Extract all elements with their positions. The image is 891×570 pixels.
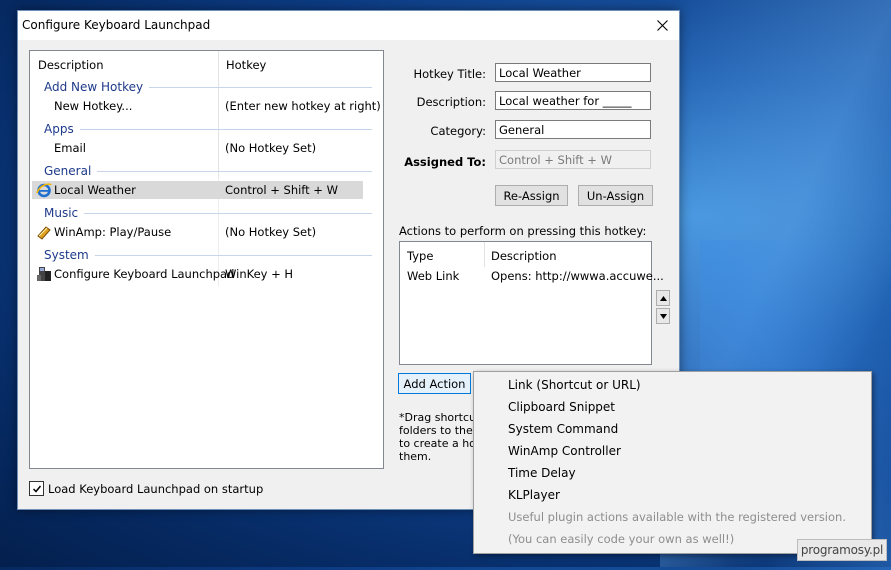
startup-checkbox-label: Load Keyboard Launchpad on startup	[48, 481, 264, 496]
column-header-hotkey[interactable]: Hotkey	[226, 58, 266, 72]
window-title: Configure Keyboard Launchpad	[22, 18, 211, 32]
add-action-button[interactable]: Add Action	[398, 373, 471, 394]
list-item[interactable]: Configure Keyboard Launchpad WinKey + H	[32, 265, 363, 283]
menu-item-registered-note: Useful plugin actions available with the…	[508, 510, 846, 524]
list-header: Description Hotkey	[30, 51, 383, 76]
menu-item-klplayer[interactable]: KLPlayer	[508, 484, 560, 506]
menu-item-system-command[interactable]: System Command	[508, 418, 618, 440]
description-field[interactable]: Local weather for _____	[495, 91, 651, 110]
category-label: Category:	[430, 124, 486, 138]
item-hotkey: WinKey + H	[225, 267, 294, 281]
watermark-logo: programosy.pl	[797, 539, 887, 561]
unassign-button[interactable]: Un-Assign	[578, 185, 653, 206]
menu-item-clipboard-snippet[interactable]: Clipboard Snippet	[508, 396, 615, 418]
item-hotkey: (No Hotkey Set)	[225, 225, 317, 239]
list-item[interactable]: New Hotkey... (Enter new hotkey at right…	[32, 97, 381, 115]
hotkey-list[interactable]: Description Hotkey Add New Hotkey New Ho…	[29, 50, 384, 469]
move-down-button[interactable]	[656, 308, 670, 324]
list-item[interactable]: WinAmp: Play/Pause (No Hotkey Set)	[32, 223, 363, 241]
actions-column-divider	[484, 242, 485, 267]
startup-checkbox[interactable]	[29, 481, 44, 496]
item-name: New Hotkey...	[54, 99, 133, 113]
actions-column-type[interactable]: Type	[407, 249, 433, 263]
item-hotkey: Control + Shift + W	[225, 183, 338, 197]
startup-checkbox-row[interactable]: Load Keyboard Launchpad on startup	[29, 481, 263, 496]
item-name: Local Weather	[54, 183, 136, 197]
checkmark-icon	[32, 485, 41, 493]
add-action-menu: Link (Shortcut or URL) Clipboard Snippet…	[473, 371, 872, 554]
list-item[interactable]: Email (No Hotkey Set)	[32, 139, 363, 157]
item-hotkey: (Enter new hotkey at right)	[225, 99, 381, 113]
reassign-button[interactable]: Re-Assign	[495, 185, 568, 206]
arrow-down-icon	[659, 313, 667, 319]
group-header-add-new-hotkey: Add New Hotkey	[44, 78, 372, 96]
item-name: Email	[54, 141, 86, 155]
category-field[interactable]: General	[495, 120, 651, 139]
keyboard-launchpad-icon	[37, 267, 51, 281]
group-header-system: System	[44, 246, 372, 264]
hotkey-title-label: Hotkey Title:	[413, 67, 487, 81]
menu-item-code-your-own-note: (You can easily code your own as well!)	[508, 532, 735, 546]
item-hotkey: (No Hotkey Set)	[225, 141, 317, 155]
arrow-up-icon	[659, 295, 667, 301]
close-icon	[656, 20, 668, 31]
drag-hint-text: *Drag shortcuts, folders to the ma to cr…	[399, 411, 479, 463]
group-header-music: Music	[44, 204, 372, 222]
description-label: Description:	[416, 95, 486, 109]
column-header-description[interactable]: Description	[38, 58, 104, 72]
item-name: Configure Keyboard Launchpad	[54, 267, 235, 281]
winamp-icon	[37, 226, 51, 240]
title-bar[interactable]: Configure Keyboard Launchpad	[18, 11, 679, 40]
actions-label: Actions to perform on pressing this hotk…	[399, 224, 647, 238]
list-item-selected[interactable]: Local Weather Control + Shift + W	[32, 181, 363, 199]
group-header-general: General	[44, 162, 372, 180]
move-up-button[interactable]	[656, 290, 670, 306]
action-row-description[interactable]: Opens: http://wwwa.accuwe...	[491, 269, 664, 283]
item-name: WinAmp: Play/Pause	[54, 225, 172, 239]
assigned-to-label: Assigned To:	[404, 155, 486, 169]
menu-item-winamp-controller[interactable]: WinAmp Controller	[508, 440, 621, 462]
menu-item-link[interactable]: Link (Shortcut or URL)	[508, 374, 641, 396]
actions-list[interactable]: Type Description Web Link Opens: http://…	[399, 241, 664, 365]
menu-item-time-delay[interactable]: Time Delay	[508, 462, 576, 484]
hotkey-title-field[interactable]: Local Weather	[495, 63, 651, 82]
assigned-to-field: Control + Shift + W	[495, 150, 651, 169]
internet-explorer-icon	[36, 183, 52, 198]
close-button[interactable]	[645, 11, 679, 40]
action-row-type[interactable]: Web Link	[407, 269, 459, 283]
actions-column-description[interactable]: Description	[491, 249, 557, 263]
group-header-apps: Apps	[44, 120, 372, 138]
